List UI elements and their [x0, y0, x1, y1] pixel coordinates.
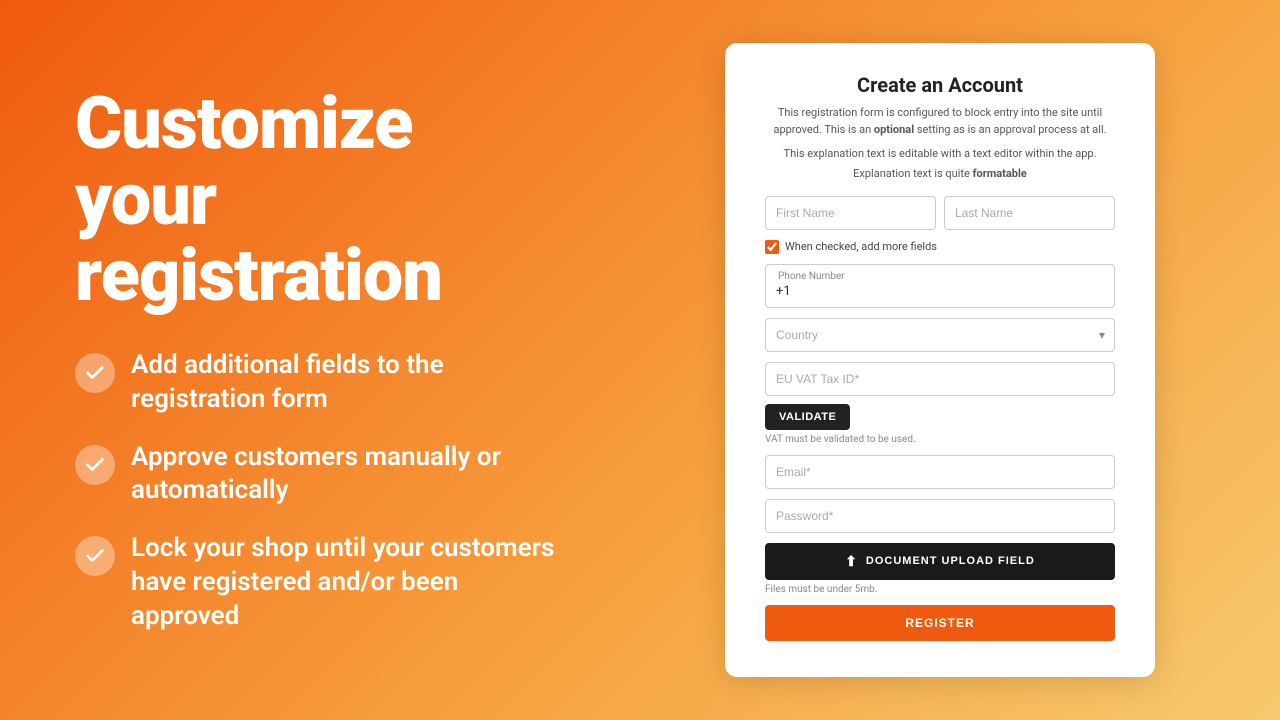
checkmark-icon-1: [84, 362, 106, 384]
feature-item-3: Lock your shop until your customers have…: [75, 532, 560, 633]
email-input[interactable]: [765, 455, 1115, 489]
feature-item-1: Add additional fields to the registratio…: [75, 349, 560, 417]
phone-input-box[interactable]: Phone Number +1: [765, 264, 1115, 308]
first-name-input[interactable]: [765, 196, 936, 230]
formattable-note: Explanation text is quite formatable: [765, 167, 1115, 180]
more-fields-checkbox[interactable]: [765, 240, 779, 254]
password-input[interactable]: [765, 499, 1115, 533]
validate-button[interactable]: VALIDATE: [765, 404, 850, 430]
left-panel: Customize your registration Add addition…: [0, 26, 620, 693]
vat-note: VAT must be validated to be used.: [765, 434, 1115, 445]
check-badge-3: [75, 536, 115, 576]
feature-text-1: Add additional fields to the registratio…: [131, 349, 560, 417]
last-name-input[interactable]: [944, 196, 1115, 230]
upload-icon: ⬆: [845, 553, 858, 570]
file-size-note: Files must be under 5mb.: [765, 584, 1115, 595]
phone-label: Phone Number: [776, 271, 1104, 282]
right-panel: Create an Account This registration form…: [620, 23, 1280, 697]
headline: Customize your registration: [75, 86, 560, 313]
checkbox-row: When checked, add more fields: [765, 240, 1115, 254]
form-card: Create an Account This registration form…: [725, 43, 1155, 677]
country-select[interactable]: Country: [765, 318, 1115, 352]
feature-text-3: Lock your shop until your customers have…: [131, 532, 560, 633]
register-button[interactable]: REGISTER: [765, 605, 1115, 641]
name-row: [765, 196, 1115, 230]
country-select-wrapper: Country ▾: [765, 318, 1115, 352]
form-title: Create an Account: [765, 73, 1115, 97]
phone-value: +1: [776, 284, 1104, 299]
checkmark-icon-2: [84, 454, 106, 476]
features-list: Add additional fields to the registratio…: [75, 349, 560, 634]
upload-button[interactable]: ⬆ DOCUMENT UPLOAD FIELD: [765, 543, 1115, 580]
vat-row: VALIDATE VAT must be validated to be use…: [765, 362, 1115, 445]
editable-note: This explanation text is editable with a…: [765, 146, 1115, 163]
checkmark-icon-3: [84, 545, 106, 567]
check-badge-1: [75, 353, 115, 393]
form-description: This registration form is configured to …: [765, 105, 1115, 138]
feature-item-2: Approve customers manually or automatica…: [75, 441, 560, 509]
phone-field-wrapper: Phone Number +1: [765, 264, 1115, 308]
check-badge-2: [75, 445, 115, 485]
checkbox-label[interactable]: When checked, add more fields: [785, 240, 937, 253]
vat-input[interactable]: [765, 362, 1115, 396]
feature-text-2: Approve customers manually or automatica…: [131, 441, 560, 509]
